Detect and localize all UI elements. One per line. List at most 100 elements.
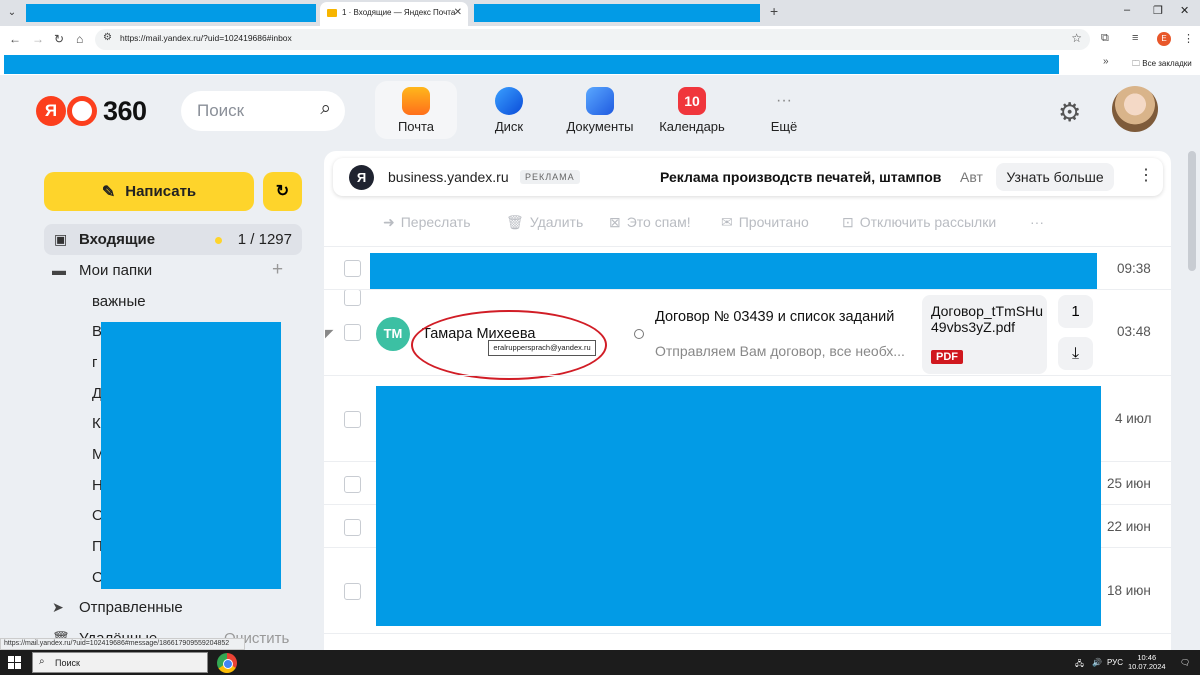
taskbar-search-placeholder: Поиск [55,658,80,668]
chrome-taskbar-icon[interactable] [217,653,237,673]
ad-banner[interactable]: Я business.yandex.ru РЕКЛАМА Реклама про… [333,158,1163,196]
row-checkbox[interactable] [344,411,361,428]
compose-button[interactable]: ✎ Написать [44,172,254,211]
attachment-card[interactable]: Договор_tTmSHu49vbs3yZ.pdf PDF [922,295,1047,374]
logo-ya: Я [36,96,66,126]
user-avatar[interactable] [1112,86,1158,132]
mail-app: Я 360 Поиск ⌕ Почта Диск Документы 10 Ка… [0,75,1200,650]
sidebar-item-inbox[interactable]: ▣ Входящие 1 / 1297 [44,224,302,255]
extensions-icon[interactable]: ⧉ [1101,32,1109,45]
forward-icon[interactable]: → [32,32,44,46]
redacted-tab[interactable] [26,4,316,22]
search-icon[interactable]: ⌕ [320,98,331,120]
settings-gear-icon[interactable]: ⚙ [1058,97,1081,128]
link-status-bar: https://mail.yandex.ru/?uid=102419686#me… [0,638,245,650]
redacted-folders [101,322,281,589]
service-label: Календарь [659,119,725,134]
logo-360: 360 [103,95,147,126]
service-mail[interactable]: Почта [375,81,457,139]
windows-start-icon[interactable] [8,656,21,669]
close-window-icon[interactable]: ✕ [1180,4,1189,17]
unsubscribe-button[interactable]: ⊡ Отключить рассылки [842,214,996,231]
collapse-flag-icon[interactable]: ◤ [325,327,333,340]
row-checkbox[interactable] [344,260,361,277]
tab-active[interactable]: 1 · Входящие — Яндекс Почта ✕ [320,2,468,26]
url-text[interactable]: https://mail.yandex.ru/?uid=102419686#in… [120,33,292,43]
row-checkbox[interactable] [344,519,361,536]
sidebar-item-sent[interactable]: Отправленные [79,599,183,616]
tab-search-icon[interactable]: ⌄ [5,6,19,20]
pencil-icon: ✎ [101,183,116,201]
folder-item[interactable]: К [92,415,101,432]
home-icon[interactable]: ⌂ [76,32,83,46]
download-icon[interactable]: ⤓ [1058,337,1093,370]
media-icon[interactable]: ≡ [1132,32,1138,44]
service-disk[interactable]: Диск [468,81,550,139]
mark-read-button[interactable]: ✉ Прочитано [721,214,809,231]
service-label: Документы [566,119,634,134]
taskbar-clock[interactable]: 10:46 10.07.2024 [1128,653,1166,671]
service-calendar[interactable]: 10 Календарь [651,81,733,139]
yandex-360-logo[interactable]: Я 360 [36,93,147,129]
omnibox[interactable]: ⚙ https://mail.yandex.ru/?uid=102419686#… [95,29,1090,50]
add-folder-icon[interactable]: + [272,259,283,281]
message-row[interactable]: ТМ Тамара Михеева eralruppersprach@yande… [324,289,1171,380]
ad-text-truncated: Авт [960,169,983,185]
redacted-tab[interactable] [474,4,760,22]
spam-button[interactable]: ⊠ Это спам! [609,214,691,231]
taskbar-search[interactable]: ⌕ Поиск [32,652,208,673]
message-row[interactable]: 09:38 [324,246,1171,290]
service-label: Ещё [770,119,798,134]
refresh-button[interactable]: ↻ [263,172,302,211]
tab-close-icon[interactable]: ✕ [454,2,462,24]
minimize-icon[interactable]: – [1124,4,1130,16]
gmail-favicon-icon [327,9,337,17]
ad-domain: business.yandex.ru [388,169,509,185]
sidebar-item-my-folders[interactable]: Мои папки [79,262,152,279]
row-checkbox[interactable] [344,324,361,341]
folder-icon: ▬ [52,262,66,278]
attachment-count[interactable]: 1 [1058,295,1093,328]
bookmark-star-icon[interactable]: ☆ [1071,31,1082,45]
maximize-icon[interactable]: ❐ [1153,4,1163,17]
bookmarks-overflow-icon[interactable]: » [1103,56,1109,67]
inbox-count: 1 / 1297 [237,231,292,248]
service-label: Диск [494,119,524,134]
mark-unread-toggle[interactable] [634,329,644,339]
new-tab-button[interactable]: + [770,3,778,19]
site-info-icon[interactable]: ⚙ [103,32,112,43]
row-checkbox[interactable] [344,476,361,493]
clock-time: 10:46 [1137,653,1157,662]
delete-button[interactable]: 🗑 Удалить [506,214,583,231]
sidebar-item-important[interactable]: важные [92,293,146,310]
inbox-label: Входящие [79,231,156,248]
forward-button[interactable]: ➜ Переслать [383,214,471,231]
back-icon[interactable]: ← [9,32,21,46]
more-dots-icon: ··· [776,92,792,109]
search-icon: ⌕ [39,656,45,667]
menu-dots-icon[interactable]: ⋮ [1183,32,1194,45]
ad-menu-icon[interactable]: ⋮ [1138,165,1154,185]
input-language[interactable]: РУС [1107,658,1123,667]
notifications-icon[interactable]: 🗨 [1180,658,1190,667]
row-checkbox[interactable] [344,583,361,600]
network-icon[interactable]: 🖧 [1075,658,1084,672]
page-scrollbar[interactable] [1188,151,1196,271]
reload-icon[interactable]: ↻ [54,32,64,46]
message-time: 09:38 [1117,261,1151,276]
profile-avatar[interactable]: E [1157,32,1171,46]
search-input[interactable]: Поиск ⌕ [181,91,345,131]
all-bookmarks-link[interactable]: 🗀 Все закладки [1132,58,1192,72]
toolbar-more-icon[interactable]: ··· [1030,214,1044,230]
service-more[interactable]: ··· Ещё [743,81,825,139]
spam-icon: ⊠ [609,214,621,230]
service-documents[interactable]: Документы [559,81,641,139]
envelope-open-icon: ✉ [721,214,733,230]
message-time: 4 июл [1115,411,1152,426]
message-subject: Договор № 03439 и список заданий [655,309,895,325]
volume-icon[interactable]: 🔊 [1092,658,1102,667]
ad-learn-more-button[interactable]: Узнать больше [996,163,1114,191]
message-row[interactable] [324,633,1171,650]
redacted-bookmarks [4,55,1059,74]
folder-item[interactable]: г [92,354,97,371]
